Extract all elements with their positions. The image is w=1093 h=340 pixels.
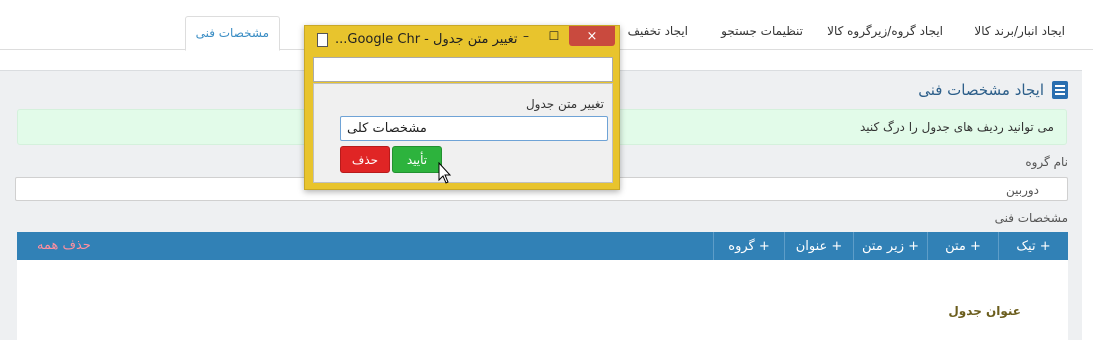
dialog-titlebar[interactable]: تغییر متن جدول - Google Chr... – ☐ × (305, 26, 619, 54)
delete-all-button[interactable]: حذف همه (37, 238, 91, 253)
tab-warehouse-brand[interactable]: ایجاد انبار/برند کالا (974, 24, 1065, 44)
specs-label: مشخصات فنی (994, 211, 1068, 225)
address-bar[interactable] (313, 57, 613, 82)
group-label: نام گروه (1025, 155, 1068, 169)
dialog-body: تغییر متن جدول تأیید حذف (313, 83, 613, 183)
page-title: ایجاد مشخصات فنی (918, 81, 1044, 99)
dialog-title: تغییر متن جدول - Google Chr... (335, 32, 518, 47)
add-title-column[interactable]: + عنوان (784, 232, 853, 260)
panel-header: ایجاد مشخصات فنی (918, 81, 1068, 99)
add-group-column[interactable]: + گروه (713, 232, 784, 260)
tab-discount[interactable]: ایجاد تخفیف (628, 24, 688, 44)
table-title[interactable]: عنوان جدول (948, 304, 1021, 318)
table-text-input[interactable] (340, 116, 608, 141)
specs-table-body: عنوان جدول (17, 260, 1068, 340)
confirm-button[interactable]: تأیید (392, 146, 442, 173)
add-text-column[interactable]: + متن (927, 232, 998, 260)
file-icon (317, 33, 328, 47)
edit-table-text-dialog: تغییر متن جدول - Google Chr... – ☐ × تغی… (304, 25, 620, 190)
close-icon[interactable]: × (569, 26, 615, 46)
group-value: دوربین (1005, 183, 1039, 197)
mouse-cursor-icon (438, 162, 452, 184)
document-icon (1052, 81, 1068, 99)
delete-button[interactable]: حذف (340, 146, 390, 173)
specs-table-header: + تیک + متن + زیر متن + عنوان + گروه حذف… (17, 232, 1068, 260)
minimize-icon[interactable]: – (513, 26, 539, 46)
tab-specs[interactable]: مشخصات فنی (184, 16, 280, 51)
tab-group-subgroup[interactable]: ایجاد گروه/زیرگروه کالا (827, 24, 943, 44)
add-tick-column[interactable]: + تیک (998, 232, 1068, 260)
maximize-icon[interactable]: ☐ (541, 26, 567, 46)
notice-text: می توانید ردیف های جدول را درگ کنید (859, 120, 1054, 134)
tab-search-settings[interactable]: تنظیمات جستجو (721, 24, 803, 44)
add-subtext-column[interactable]: + زیر متن (853, 232, 927, 260)
dialog-field-label: تغییر متن جدول (525, 97, 604, 111)
